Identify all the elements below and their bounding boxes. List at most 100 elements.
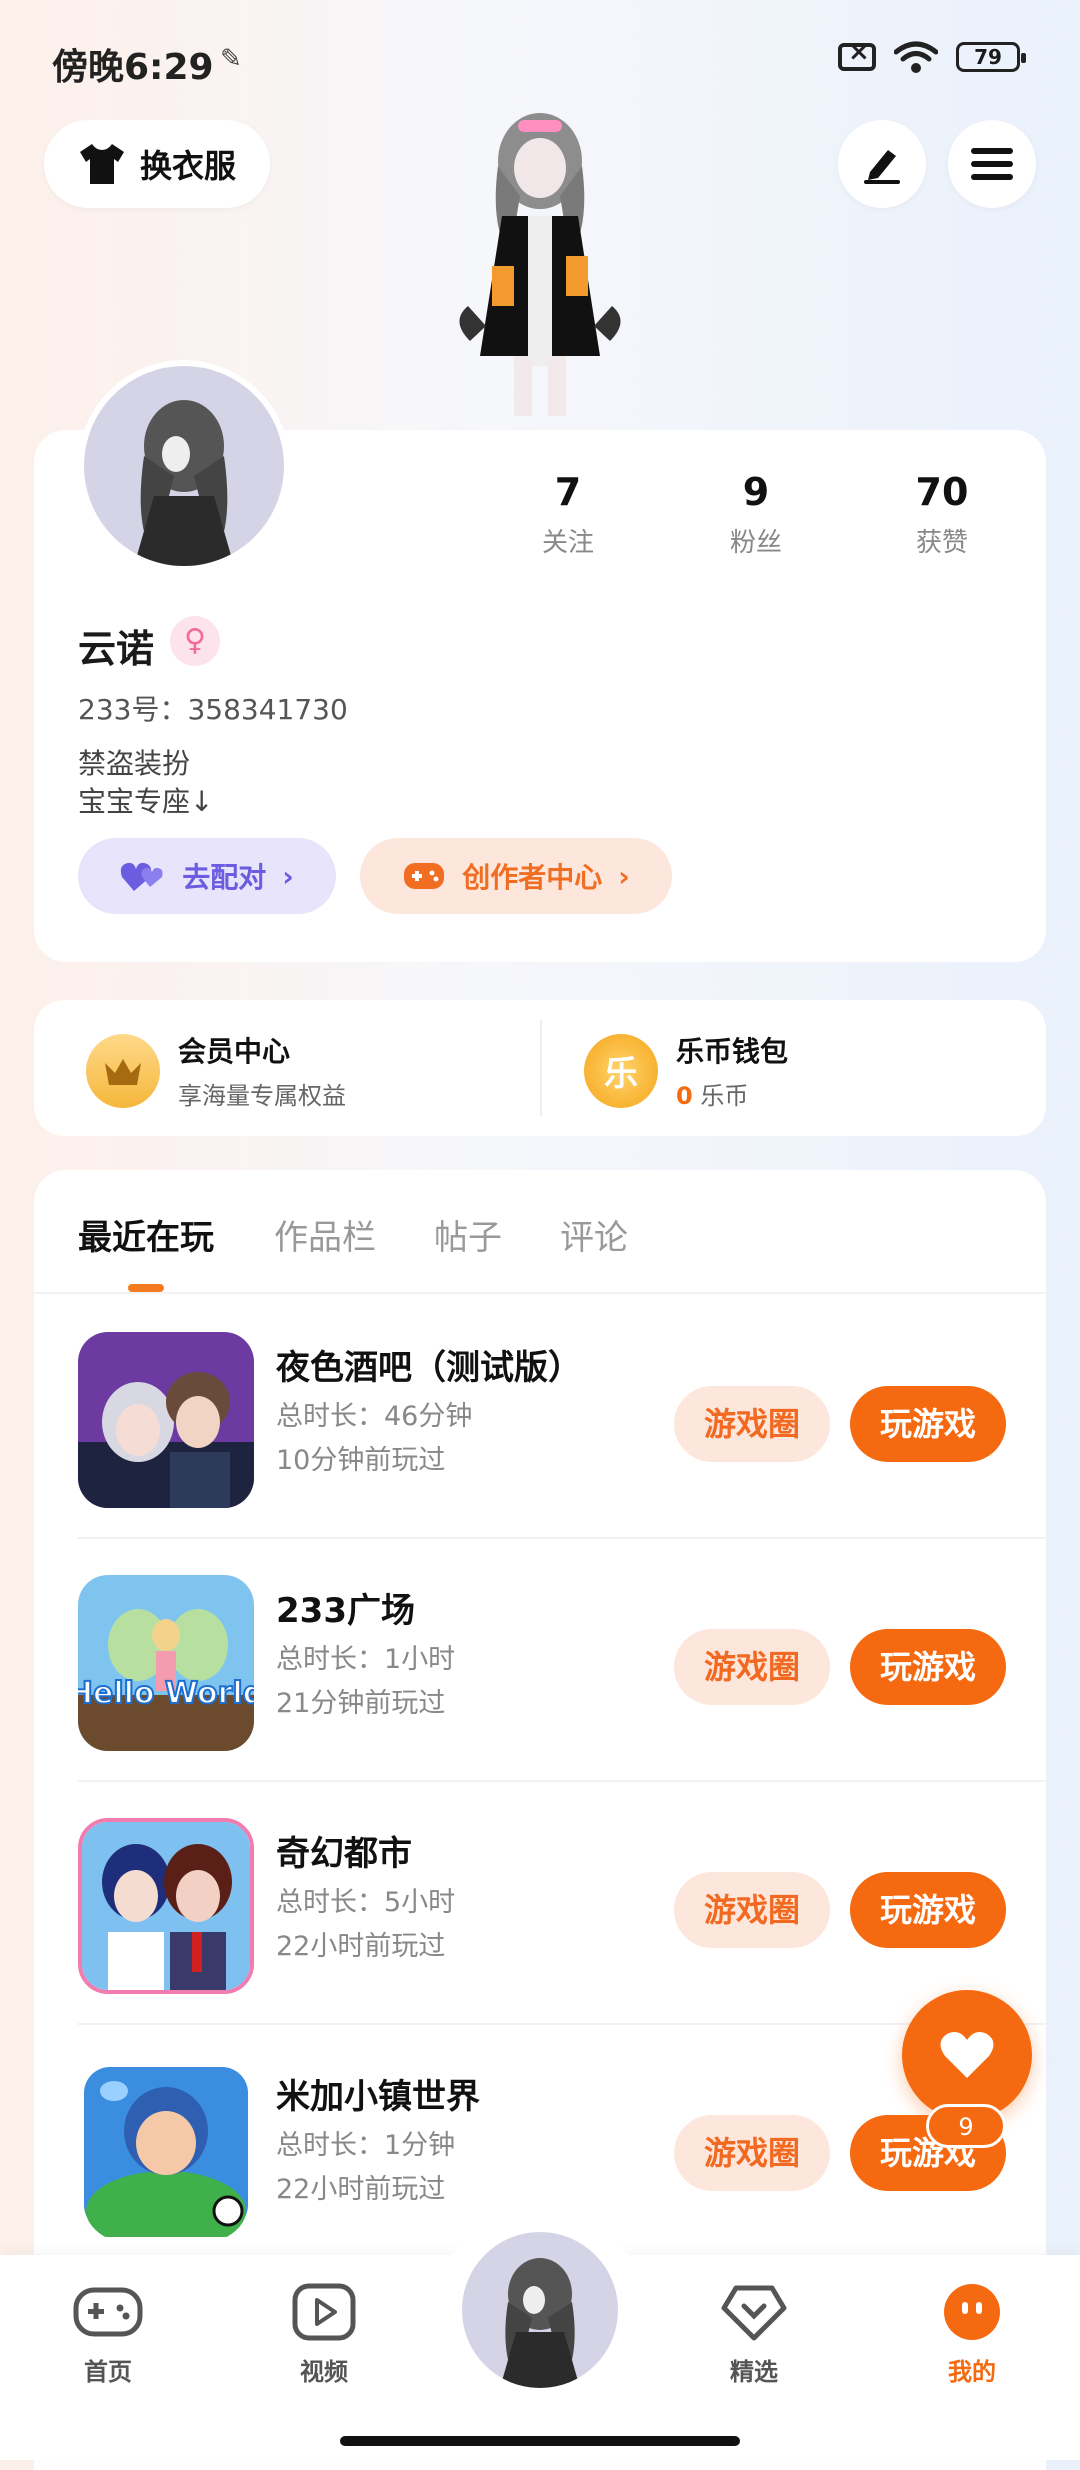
stat-fans[interactable]: 9 粉丝 <box>676 470 836 559</box>
gamepad-icon <box>404 863 445 889</box>
creator-center-label: 创作者中心 <box>462 861 603 894</box>
chevron-right-icon: › <box>618 859 630 893</box>
game-title: 米加小镇世界 <box>276 2077 480 2117</box>
play-game-button[interactable]: 玩游戏 <box>850 1872 1006 1948</box>
change-outfit-label: 换衣服 <box>139 147 236 185</box>
pen-icon <box>864 150 900 184</box>
game-icon <box>78 1332 254 1508</box>
coin-wallet-title: 乐币钱包 <box>676 1035 789 1068</box>
game-last-played: 10分钟前玩过 <box>276 1445 446 1476</box>
coin-icon: 乐 <box>584 1033 658 1108</box>
game-icon <box>78 2061 254 2237</box>
play-icon <box>292 2283 356 2341</box>
nav-video[interactable]: 视频 <box>264 2282 384 2387</box>
divider <box>540 1020 542 1116</box>
nav-video-label: 视频 <box>300 2358 348 2386</box>
game-icon: Hello World <box>78 1575 254 1751</box>
user-id: 233号：358341730 <box>78 693 348 726</box>
avatar[interactable] <box>78 360 290 572</box>
hearts-icon <box>121 862 163 891</box>
creator-center-button[interactable]: 创作者中心 › <box>360 838 672 914</box>
female-icon: ♀ <box>170 616 220 666</box>
nav-mine[interactable]: 我的 <box>912 2282 1032 2387</box>
avatar-image <box>134 400 234 566</box>
member-center-title: 会员中心 <box>178 1035 291 1068</box>
game-row[interactable]: 奇幻都市 总时长：5小时 22小时前玩过 游戏圈 玩游戏 <box>34 1782 1046 2025</box>
nav-avatar[interactable] <box>462 2232 618 2388</box>
avatar-image <box>500 2258 580 2388</box>
likes-count: 70 <box>915 470 969 514</box>
tab-comments[interactable]: 评论 <box>560 1210 628 1259</box>
play-game-button[interactable]: 玩游戏 <box>850 1386 1006 1462</box>
change-outfit-button[interactable]: 换衣服 <box>44 120 270 208</box>
stat-following[interactable]: 7 关注 <box>488 470 648 559</box>
nav-featured[interactable]: 精选 <box>694 2282 814 2387</box>
member-center-entry[interactable]: 会员中心 享海量专属权益 <box>86 1030 346 1111</box>
edit-profile-button[interactable] <box>838 120 926 208</box>
game-icon-text: Hello World <box>78 1676 254 1711</box>
menu-button[interactable] <box>948 120 1036 208</box>
game-circle-button[interactable]: 游戏圈 <box>674 1872 830 1948</box>
tab-indicator <box>128 1284 164 1292</box>
no-sim-icon <box>838 37 876 71</box>
face-icon <box>944 2284 1000 2340</box>
following-count: 7 <box>554 470 582 514</box>
game-circle-button[interactable]: 游戏圈 <box>674 2115 830 2191</box>
game-duration: 总时长：5小时 <box>276 1887 456 1918</box>
nav-mine-label: 我的 <box>948 2358 996 2386</box>
nav-home-label: 首页 <box>84 2358 132 2386</box>
hamburger-icon <box>971 148 1013 180</box>
status-icons: 79 <box>838 37 1026 74</box>
member-center-subtitle: 享海量专属权益 <box>178 1082 346 1110</box>
bio-line: 禁盗装扮 <box>78 747 191 780</box>
tab-works[interactable]: 作品栏 <box>274 1210 376 1259</box>
game-last-played: 21分钟前玩过 <box>276 1688 446 1719</box>
fans-label: 粉丝 <box>729 528 782 558</box>
brush-icon: ✎ <box>220 44 242 74</box>
game-title: 奇幻都市 <box>276 1834 412 1874</box>
floating-heart-button[interactable] <box>902 1990 1032 2120</box>
stat-likes[interactable]: 70 获赞 <box>862 470 1022 559</box>
play-game-button[interactable]: 玩游戏 <box>850 1629 1006 1705</box>
likes-label: 获赞 <box>915 528 968 558</box>
chevron-right-icon: › <box>282 859 294 893</box>
battery-icon: 79 <box>956 42 1026 72</box>
nav-home[interactable]: 首页 <box>48 2282 168 2387</box>
nav-featured-label: 精选 <box>730 2358 778 2386</box>
status-time: 傍晚6:29 <box>52 47 214 88</box>
floating-heart-count: 9 <box>926 2104 1006 2148</box>
game-title: 夜色酒吧（测试版） <box>276 1348 582 1388</box>
home-indicator[interactable] <box>340 2436 740 2446</box>
wifi-icon <box>894 41 938 73</box>
game-circle-button[interactable]: 游戏圈 <box>674 1386 830 1462</box>
game-duration: 总时长：46分钟 <box>276 1401 473 1432</box>
match-button[interactable]: 去配对 › <box>78 838 336 914</box>
fans-count: 9 <box>742 470 770 514</box>
coin-amount: 0 <box>676 1082 693 1110</box>
game-duration: 总时长：1小时 <box>276 1644 456 1675</box>
game-duration: 总时长：1分钟 <box>276 2130 456 2161</box>
heart-diamond-icon <box>721 2285 787 2341</box>
crown-icon <box>86 1033 160 1108</box>
game-row[interactable]: 夜色酒吧（测试版） 总时长：46分钟 10分钟前玩过 游戏圈 玩游戏 <box>34 1296 1046 1539</box>
username: 云诺 <box>78 627 155 671</box>
avatar-figure[interactable] <box>440 106 640 426</box>
following-label: 关注 <box>541 528 594 558</box>
coin-unit: 乐币 <box>700 1082 749 1110</box>
game-circle-button[interactable]: 游戏圈 <box>674 1629 830 1705</box>
heart-icon <box>940 2032 994 2078</box>
coin-balance: 0 乐币 <box>676 1076 788 1111</box>
tab-posts[interactable]: 帖子 <box>434 1210 502 1259</box>
game-last-played: 22小时前玩过 <box>276 1931 446 1962</box>
bio-line: 宝宝专座↓ <box>78 785 214 818</box>
game-title: 233广场 <box>276 1591 415 1631</box>
game-row[interactable]: Hello World 233广场 总时长：1小时 21分钟前玩过 游戏圈 玩游… <box>34 1539 1046 1782</box>
tab-recently-played[interactable]: 最近在玩 <box>78 1210 214 1259</box>
match-label: 去配对 <box>182 861 267 894</box>
coin-wallet-entry[interactable]: 乐 乐币钱包 0 乐币 <box>584 1030 788 1111</box>
divider <box>34 1292 1046 1294</box>
tshirt-icon <box>79 144 124 184</box>
gamepad-icon <box>73 2287 143 2337</box>
game-icon <box>78 1818 254 1994</box>
game-last-played: 22小时前玩过 <box>276 2174 446 2205</box>
